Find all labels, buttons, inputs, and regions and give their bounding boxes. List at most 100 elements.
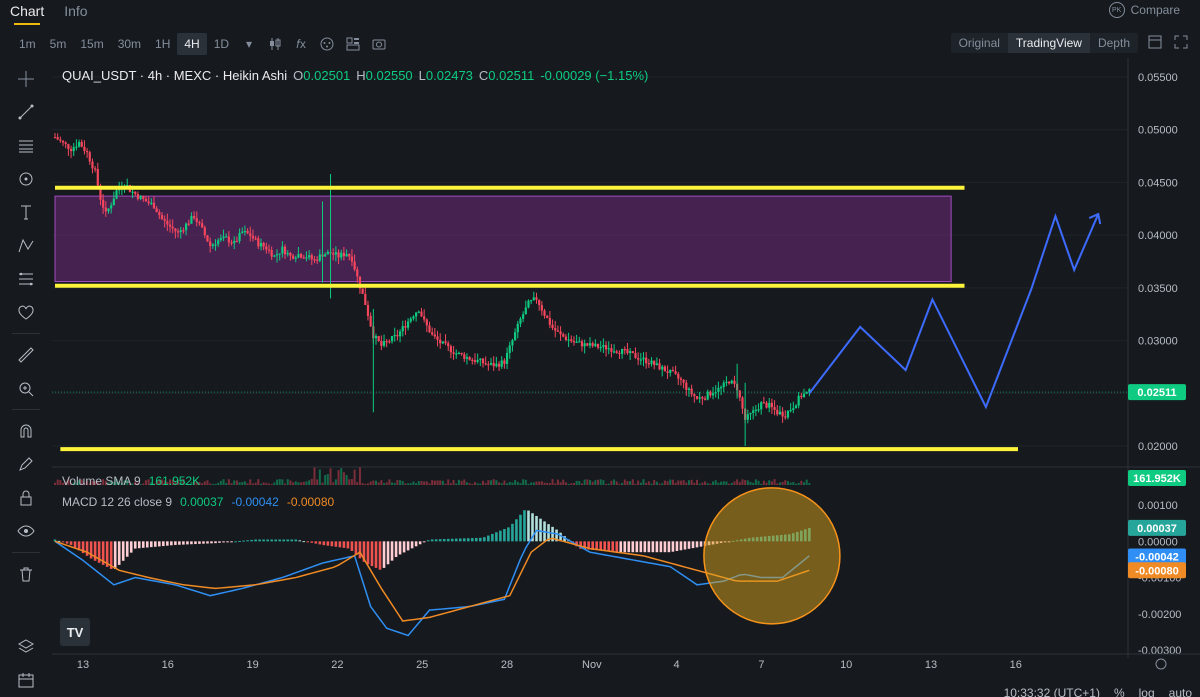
interval-5m[interactable]: 5m [43, 33, 74, 55]
macd-label[interactable]: MACD 12 26 close 9 [62, 495, 172, 509]
log-toggle[interactable]: log [1139, 686, 1155, 697]
chevron-down-icon[interactable]: ▾ [236, 33, 262, 55]
camera-icon[interactable] [366, 33, 392, 55]
volume-bar [318, 469, 321, 485]
last-price-badge: 0.02511 [1137, 387, 1176, 399]
view-tradingview[interactable]: TradingView [1007, 33, 1090, 53]
volume-bar [658, 483, 661, 485]
compare-button[interactable]: PK Compare [1108, 2, 1180, 18]
interval-1d[interactable]: 1D [207, 33, 236, 55]
volume-bar [292, 482, 295, 485]
volume-bar [677, 480, 680, 485]
volume-bar [455, 483, 458, 485]
candle [294, 257, 297, 259]
candle [567, 339, 570, 341]
heart-icon[interactable] [6, 296, 46, 329]
interval-4h[interactable]: 4H [177, 33, 207, 55]
zoom-icon[interactable] [6, 372, 46, 405]
interval-30m[interactable]: 30m [111, 33, 148, 55]
macd-hist-value: 0.00037 [180, 495, 224, 509]
volume-bar [393, 482, 396, 485]
volume-bar [704, 481, 707, 485]
volume-bar [749, 481, 752, 485]
candle [519, 318, 522, 324]
symbol-label[interactable]: QUAI_USDT · 4h · MEXC · Heikin Ashi [62, 68, 287, 83]
pencil-lock-icon[interactable] [6, 448, 46, 481]
volume-bar [211, 483, 214, 485]
indicator-fx-icon[interactable]: 𝑓x [288, 33, 314, 55]
volume-bar [757, 480, 760, 485]
volume-bar [297, 482, 300, 485]
interval-1m[interactable]: 1m [12, 33, 43, 55]
lock-icon[interactable] [6, 481, 46, 514]
crosshair-icon[interactable] [6, 62, 46, 95]
horizontal-lines-icon[interactable] [6, 129, 46, 162]
layout-icon[interactable] [340, 33, 366, 55]
layers-icon[interactable] [6, 630, 46, 663]
tradingview-logo[interactable]: TV [60, 618, 90, 646]
volume-bar [310, 478, 313, 485]
interval-1h[interactable]: 1H [148, 33, 177, 55]
view-original[interactable]: Original [951, 33, 1008, 53]
volume-bar [350, 479, 353, 485]
volume-bar [262, 482, 265, 485]
tab-chart[interactable]: Chart [0, 0, 54, 26]
candle [398, 331, 402, 337]
trash-icon[interactable] [6, 557, 46, 590]
fullscreen-icon[interactable] [1174, 35, 1188, 52]
volume-bar [241, 482, 244, 485]
shapes-icon[interactable] [6, 162, 46, 195]
candle [711, 393, 715, 396]
volume-label[interactable]: Volume SMA 9 [62, 474, 141, 488]
percent-toggle[interactable]: % [1114, 686, 1125, 697]
candle [139, 196, 142, 199]
ruler-icon[interactable] [6, 338, 46, 371]
macd-hist-bar [495, 532, 498, 542]
magnet-icon[interactable] [6, 414, 46, 447]
price-chart[interactable]: 0.05500 0.05000 0.04500 0.04000 0.03500 0.030… [0, 0, 1200, 697]
macd-hist-bar [390, 541, 394, 561]
volume-bar [417, 481, 420, 485]
candle [532, 297, 535, 301]
volume-bar [463, 479, 466, 485]
text-tool-icon[interactable] [6, 196, 46, 229]
chart-footer: 10:33:32 (UTC+1) % log auto [1004, 686, 1192, 697]
time-tick-label: 28 [501, 659, 513, 671]
volume-bar [693, 482, 696, 485]
candle [444, 341, 447, 344]
volume-bar [784, 480, 787, 485]
candle-type-icon[interactable] [262, 33, 288, 55]
tab-info[interactable]: Info [54, 0, 97, 26]
macd-hist-bar [194, 541, 197, 545]
volume-bar [637, 480, 640, 485]
macd-hist-bar [507, 527, 510, 542]
volume-bar [690, 479, 693, 485]
view-depth[interactable]: Depth [1090, 33, 1138, 53]
macd-hist-bar [61, 541, 65, 543]
candle [706, 391, 709, 400]
volume-bar [439, 480, 442, 485]
calendar-icon[interactable] [6, 664, 46, 697]
eye-icon[interactable] [6, 514, 46, 547]
volume-bar [436, 480, 439, 485]
macd-hist-bar [627, 541, 631, 553]
candle [677, 373, 680, 379]
candle [396, 334, 399, 337]
panel-icon[interactable] [1148, 35, 1162, 52]
trend-line-icon[interactable] [6, 95, 46, 128]
macd-hist-bar [655, 541, 659, 553]
interval-15m[interactable]: 15m [73, 33, 110, 55]
volume-bar [249, 479, 252, 485]
candle [80, 142, 83, 147]
candle [460, 352, 463, 355]
volume-bar [583, 479, 586, 485]
macd-hist-bar [338, 541, 342, 548]
candle [671, 369, 675, 372]
volume-bar [209, 483, 212, 485]
macd-hist-bar [366, 541, 370, 565]
auto-toggle[interactable]: auto [1169, 686, 1192, 697]
volume-bar [738, 482, 741, 485]
fib-icon[interactable] [6, 263, 46, 296]
palette-icon[interactable] [314, 33, 340, 55]
pattern-icon[interactable] [6, 229, 46, 262]
